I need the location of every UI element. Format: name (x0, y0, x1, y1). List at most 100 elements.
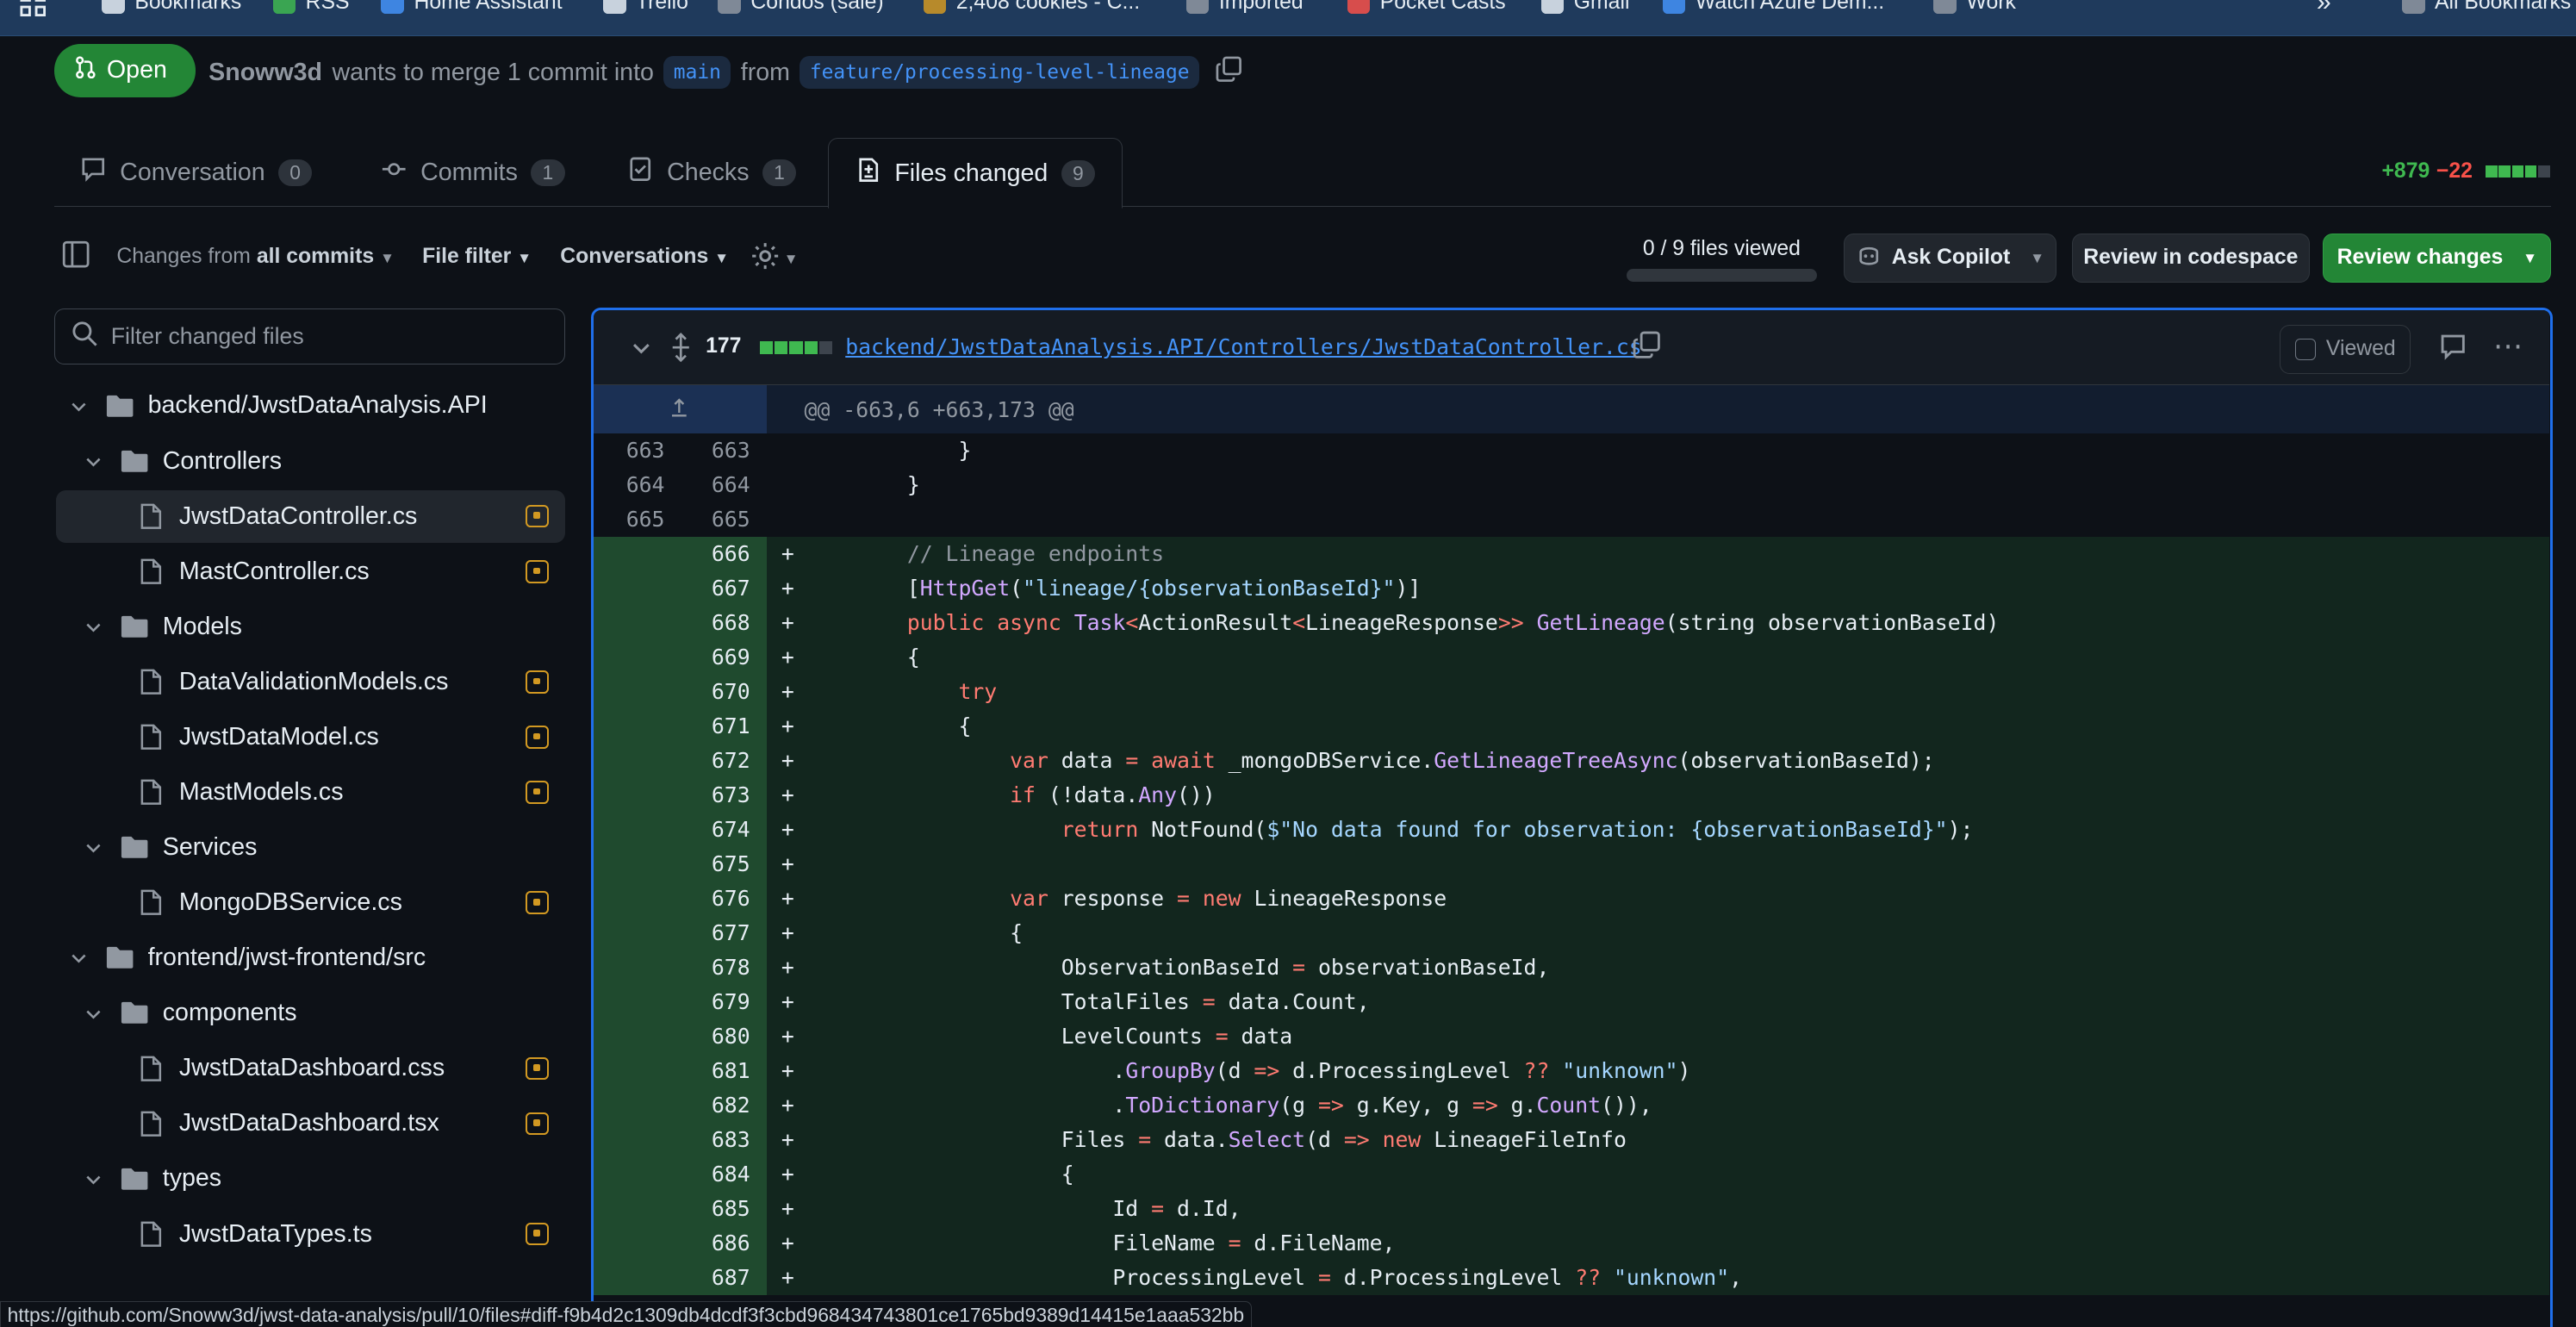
bookmark-pocket-casts[interactable]: Pocket Casts (1347, 0, 1506, 15)
old-line-number[interactable]: 664 (594, 468, 665, 502)
bookmark-imported[interactable]: Imported (1185, 0, 1304, 15)
tree-file-mastmodels-cs[interactable]: MastModels.cs (56, 766, 565, 819)
tree-folder-controllers[interactable]: Controllers (84, 435, 565, 488)
new-line-number[interactable]: 687 (676, 1261, 750, 1295)
diff-line[interactable]: 669 + { (594, 639, 2549, 675)
copy-branch-icon[interactable] (1216, 56, 1242, 90)
tree-file-datavalidationmodels-cs[interactable]: DataValidationModels.cs (56, 656, 565, 708)
bookmark-2-408-cookies-c[interactable]: 2,408 cookies - C... (923, 0, 1140, 15)
new-line-number[interactable]: 672 (676, 744, 750, 778)
new-line-number[interactable]: 679 (676, 985, 750, 1019)
expand-all-icon[interactable] (668, 333, 694, 369)
diff-line[interactable]: 684 + { (594, 1157, 2549, 1193)
filter-changed-files-field[interactable] (53, 308, 565, 365)
new-line-number[interactable]: 674 (676, 813, 750, 847)
tab-files-changed[interactable]: Files changed 9 (828, 138, 1123, 209)
new-line-number[interactable]: 682 (676, 1088, 750, 1123)
diff-line[interactable]: 671 + { (594, 708, 2549, 744)
diff-line[interactable]: 680 + LevelCounts = data (594, 1019, 2549, 1055)
new-line-number[interactable]: 677 (676, 916, 750, 950)
old-line-number[interactable]: 663 (594, 433, 665, 468)
tree-file-jwstdatadashboard-tsx[interactable]: JwstDataDashboard.tsx (56, 1097, 565, 1149)
changes-from-dropdown[interactable]: Changes from all commits ▼ (116, 245, 395, 269)
tree-file-jwstdatamodel-cs[interactable]: JwstDataModel.cs (56, 711, 565, 763)
bookmark-trello[interactable]: Trello (602, 0, 688, 15)
bookmark-bookmarks[interactable]: Bookmarks (102, 0, 241, 15)
bookmark-home-assistant[interactable]: Home Assistant (381, 0, 563, 15)
diff-line[interactable]: 666 + // Lineage endpoints (594, 536, 2549, 571)
diff-line[interactable]: 686 + FileName = d.FileName, (594, 1226, 2549, 1262)
diff-line[interactable]: 674 + return NotFound($"No data found for… (594, 812, 2549, 847)
bookmark-work[interactable]: Work (1933, 0, 2016, 15)
tree-folder-backend-jwstdataanalysis-api[interactable]: backend/JwstDataAnalysis.API (69, 379, 565, 432)
more-options-icon[interactable]: ⋯ (2493, 329, 2524, 364)
diff-line[interactable]: 687 + ProcessingLevel = d.ProcessingLevel… (594, 1261, 2549, 1296)
new-line-number[interactable]: 670 (676, 675, 750, 709)
file-filter-dropdown[interactable]: File filter ▼ (422, 245, 532, 269)
new-line-number[interactable]: 673 (676, 778, 750, 813)
bookmark-rss[interactable]: RSS (272, 0, 350, 15)
toggle-file-tree-icon[interactable] (61, 240, 90, 276)
collapse-file-chevron-icon[interactable] (630, 336, 653, 366)
tree-folder-components[interactable]: components (84, 987, 565, 1039)
diff-line[interactable]: 673 + if (!data.Any()) (594, 777, 2549, 813)
tree-folder-models[interactable]: Models (84, 601, 565, 653)
head-branch[interactable]: feature/processing-level-lineage (800, 56, 1199, 89)
diff-line[interactable]: 679 + TotalFiles = data.Count, (594, 985, 2549, 1020)
copy-path-icon[interactable] (1633, 331, 1660, 365)
apps-icon[interactable] (20, 0, 47, 16)
diff-line[interactable]: 664 664 } (594, 468, 2548, 502)
diff-line[interactable]: 676 + var response = new LineageResponse (594, 882, 2549, 917)
diff-line[interactable]: 668 + public async Task<ActionResult<Line… (594, 605, 2549, 640)
new-line-number[interactable]: 666 (676, 537, 750, 571)
file-name-link[interactable]: backend/JwstDataAnalysis.API/Controllers… (845, 334, 1641, 359)
new-line-number[interactable]: 663 (676, 433, 750, 468)
new-line-number[interactable]: 671 (676, 709, 750, 744)
diff-settings-button[interactable]: ▼ (750, 241, 799, 277)
base-branch[interactable]: main (663, 56, 731, 89)
diff-line[interactable]: 683 + Files = data.Select(d => new Lineag… (594, 1123, 2549, 1158)
filter-changed-files-input[interactable] (110, 323, 538, 351)
new-line-number[interactable]: 686 (676, 1226, 750, 1261)
new-line-number[interactable]: 667 (676, 571, 750, 606)
diff-line[interactable]: 667 + [HttpGet("lineage/{observationBaseI… (594, 570, 2549, 606)
bookmark-condos-sale[interactable]: Condos (sale) (718, 0, 884, 15)
tab-conversation[interactable]: Conversation 0 (54, 138, 339, 207)
tree-file-mongodbservice-cs[interactable]: MongoDBService.cs (56, 876, 565, 929)
conversations-dropdown[interactable]: Conversations ▼ (560, 245, 729, 269)
more-bookmarks-chevron-icon[interactable]: » (2317, 0, 2331, 17)
pr-author-link[interactable]: Snoww3d (208, 59, 322, 87)
new-line-number[interactable]: 685 (676, 1192, 750, 1226)
diff-line[interactable]: 678 + ObservationBaseId = observationBase… (594, 950, 2549, 986)
diff-line[interactable]: 665 665 (594, 502, 2548, 537)
diff-line[interactable]: 682 + .ToDictionary(g => g.Key, g => g.Co… (594, 1088, 2549, 1124)
diff-line[interactable]: 677 + { (594, 916, 2549, 951)
diff-line[interactable]: 681 + .GroupBy(d => d.ProcessingLevel ?? … (594, 1054, 2549, 1089)
new-line-number[interactable]: 684 (676, 1157, 750, 1192)
bookmark-watch-azure-dem[interactable]: Watch Azure Dem... (1662, 0, 1884, 15)
tree-file-jwstdatacontroller-cs[interactable]: JwstDataController.cs (55, 489, 565, 543)
new-line-number[interactable]: 681 (676, 1054, 750, 1088)
bookmark-all-bookmarks[interactable]: All Bookmarks (2401, 0, 2571, 15)
tree-file-jwstdatadashboard-css[interactable]: JwstDataDashboard.css (56, 1042, 565, 1094)
tree-folder-frontend-jwst-frontend-src[interactable]: frontend/jwst-frontend/src (69, 931, 565, 984)
new-line-number[interactable]: 678 (676, 950, 750, 985)
review-changes-button[interactable]: Review changes ▼ (2323, 233, 2552, 283)
comment-icon[interactable] (2439, 333, 2467, 367)
diff-line[interactable]: 670 + try (594, 674, 2549, 709)
tree-file-jwstdatatypes-ts[interactable]: JwstDataTypes.ts (56, 1208, 565, 1261)
diff-line[interactable]: 672 + var data = await _mongoDBService.Ge… (594, 743, 2549, 778)
old-line-number[interactable]: 665 (594, 502, 665, 537)
diff-line[interactable]: 663 663 } (594, 433, 2548, 468)
ask-copilot-button[interactable]: Ask Copilot ▼ (1843, 233, 2057, 283)
new-line-number[interactable]: 668 (676, 606, 750, 640)
review-in-codespace-button[interactable]: Review in codespace (2071, 233, 2311, 283)
tree-folder-types[interactable]: types (84, 1152, 565, 1205)
diff-line[interactable]: 685 + Id = d.Id, (594, 1192, 2549, 1227)
tab-commits[interactable]: Commits 1 (355, 138, 591, 207)
tree-folder-services[interactable]: Services (84, 821, 565, 874)
new-line-number[interactable]: 664 (676, 468, 750, 502)
bookmark-gmail[interactable]: Gmail (1540, 0, 1629, 15)
tab-checks[interactable]: Checks 1 (601, 138, 823, 207)
new-line-number[interactable]: 676 (676, 882, 750, 916)
